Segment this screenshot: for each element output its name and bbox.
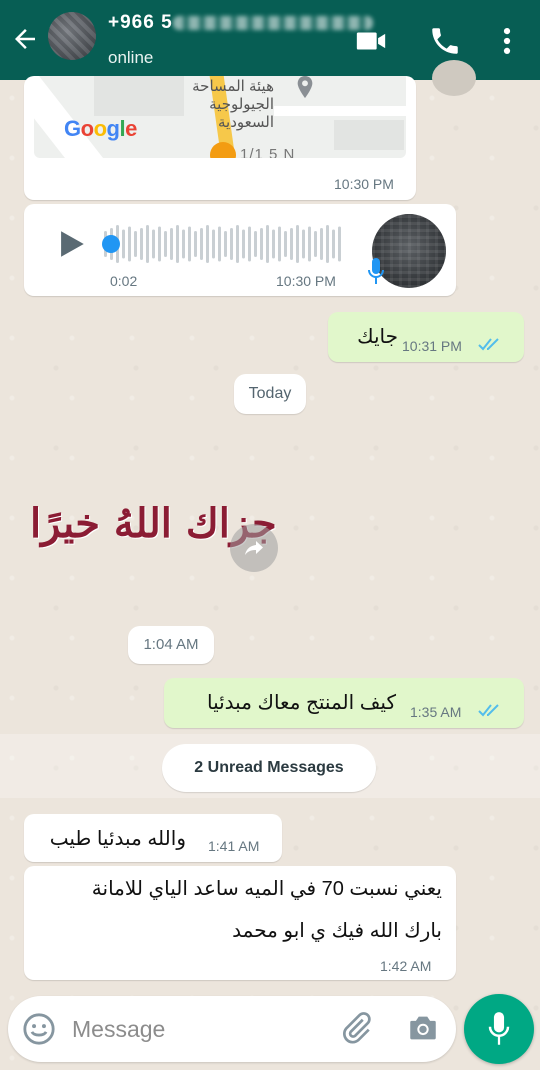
waveform-bar — [320, 228, 323, 260]
more-options-icon[interactable] — [490, 24, 524, 58]
waveform-bar — [338, 226, 341, 262]
waveform-bar — [266, 225, 269, 263]
google-logo-letter: o — [93, 116, 107, 141]
read-receipt-icon — [478, 704, 499, 717]
waveform-bar — [290, 228, 293, 260]
waveform-bar — [206, 225, 209, 263]
waveform-bar — [302, 229, 305, 259]
waveform-bar — [224, 231, 227, 257]
map-corner-thumbnail — [432, 60, 476, 96]
contact-avatar[interactable] — [48, 12, 96, 60]
waveform-bar — [158, 226, 161, 262]
map-place-line2: الجيولوجية السعودية — [209, 96, 274, 131]
waveform-bar — [188, 226, 191, 262]
google-logo-letter: G — [64, 116, 81, 141]
map-road-label: 1/1 5 N — [240, 146, 296, 158]
google-logo-letter: e — [125, 116, 137, 141]
message-time: 10:31 PM — [402, 338, 462, 354]
waveform-bar — [248, 226, 251, 262]
back-arrow-icon[interactable] — [10, 24, 40, 54]
google-logo: Google — [64, 116, 137, 142]
waveform-bar — [164, 231, 167, 257]
map-place-line1: هيئة المساحة — [192, 78, 274, 95]
waveform-bar — [242, 229, 245, 259]
unread-messages-banner: 2 Unread Messages — [162, 744, 376, 792]
message-text: والله مبدئيا طيب — [49, 828, 186, 850]
waveform-bar — [308, 226, 311, 262]
message-input-bar[interactable]: Message — [8, 996, 456, 1062]
contact-name-text: +966 5 — [108, 12, 173, 33]
message-input[interactable]: Message — [72, 1016, 165, 1043]
incoming-message[interactable]: والله مبدئيا طيب 1:41 AM — [24, 814, 282, 862]
map-pin-icon — [297, 76, 313, 98]
waveform-bar — [326, 225, 329, 263]
waveform-bar — [146, 225, 149, 263]
outgoing-message[interactable]: جايك 10:31 PM — [328, 312, 524, 362]
voice-call-icon[interactable] — [428, 24, 462, 58]
contact-name-blur — [172, 15, 373, 30]
waveform-bar — [182, 229, 185, 259]
map-preview[interactable]: هيئة المساحة الجيولوجية السعودية Google … — [34, 76, 406, 158]
waveform-bar — [170, 228, 173, 260]
map-place-label: هيئة المساحة الجيولوجية السعودية — [154, 78, 274, 132]
waveform-bar — [272, 229, 275, 259]
incoming-message[interactable]: يعني نسبت 70 في الميه ساعد الياي للامانة… — [24, 866, 456, 980]
waveform-bar — [152, 229, 155, 259]
contact-status: online — [108, 48, 154, 67]
voice-duration: 0:02 — [110, 273, 138, 289]
waveform-bar — [230, 228, 233, 260]
voice-record-button[interactable] — [464, 994, 534, 1064]
message-time: 10:30 PM — [276, 273, 336, 289]
waveform-bar — [296, 225, 299, 263]
message-time: 10:30 PM — [334, 176, 394, 192]
emoji-icon[interactable] — [22, 1012, 56, 1046]
waveform-bar — [260, 228, 263, 260]
playback-position-dot[interactable] — [102, 235, 120, 253]
waveform-bar — [176, 225, 179, 263]
message-time: 1:42 AM — [380, 958, 432, 974]
forward-button[interactable] — [230, 524, 278, 572]
waveform-bar — [194, 231, 197, 257]
waveform-bar — [128, 226, 131, 262]
waveform-bar — [332, 229, 335, 259]
play-icon[interactable] — [54, 226, 88, 262]
attach-icon[interactable] — [338, 1010, 374, 1046]
waveform-bar — [284, 231, 287, 257]
microphone-icon — [488, 1012, 510, 1045]
google-logo-letter: o — [80, 116, 94, 141]
waveform-bar — [236, 225, 239, 263]
forward-icon — [245, 541, 263, 555]
waveform-bar — [140, 228, 143, 260]
waveform-bar — [254, 231, 257, 257]
waveform-bar — [218, 226, 221, 262]
read-receipt-icon — [478, 338, 499, 351]
outgoing-message[interactable]: كيف المنتج معاك مبدئيا 1:35 AM — [164, 678, 524, 728]
waveform-bar — [278, 226, 281, 262]
audio-waveform[interactable] — [104, 222, 344, 266]
camera-icon[interactable] — [406, 1011, 440, 1045]
contact-name[interactable]: +966 5 — [108, 12, 373, 34]
message-time: 1:41 AM — [208, 838, 260, 854]
waveform-bar — [134, 231, 137, 257]
waveform-bar — [212, 229, 215, 259]
message-text: كيف المنتج معاك مبدئيا — [206, 692, 396, 714]
date-divider: Today — [234, 374, 306, 414]
message-text-line1: يعني نسبت 70 في الميه ساعد الياي للامانة — [91, 878, 442, 900]
message-time: 1:35 AM — [410, 704, 462, 720]
waveform-bar — [200, 228, 203, 260]
waveform-bar — [314, 231, 317, 257]
waveform-bar — [122, 229, 125, 259]
sticker-time: 1:04 AM — [128, 626, 214, 664]
google-logo-letter: g — [106, 116, 120, 141]
location-message[interactable]: هيئة المساحة الجيولوجية السعودية Google … — [24, 76, 416, 200]
message-text: جايك — [357, 326, 398, 348]
microphone-icon — [368, 258, 384, 284]
video-call-icon[interactable] — [354, 24, 388, 58]
message-text-line2: بارك الله فيك ي ابو محمد — [232, 920, 442, 942]
